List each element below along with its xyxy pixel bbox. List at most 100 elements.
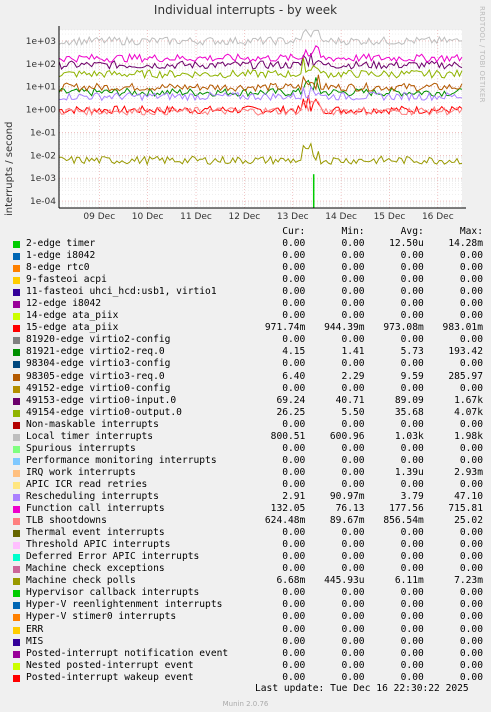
legend-avg-value: 0.00 xyxy=(400,298,424,310)
legend-swatch xyxy=(13,530,20,538)
legend-row: 9-fasteoi acpi 0.00 0.00 0.00 0.00 xyxy=(13,274,483,286)
legend-cur-value: 0.00 xyxy=(282,274,306,286)
legend-row: 2-edge timer 0.00 0.00 12.50u 14.28m xyxy=(13,238,483,250)
legend-max-value: 0.00 xyxy=(459,478,483,490)
legend-cur-value: 0.00 xyxy=(282,551,306,563)
legend-series-name: TLB shootdowns xyxy=(26,515,107,527)
legend-avg-value: 973.08m xyxy=(383,322,424,334)
legend-cur-value: 800.51 xyxy=(270,430,306,442)
legend-row: MIS 0.00 0.00 0.00 0.00 xyxy=(13,636,483,648)
legend-min-value: 0.00 xyxy=(341,587,365,599)
legend-series-name: Machine check polls xyxy=(26,575,136,587)
header-avg: Avg: xyxy=(400,226,424,237)
legend-row: ERR 0.00 0.00 0.00 0.00 xyxy=(13,624,483,636)
legend-avg-value: 1.39u xyxy=(394,466,424,478)
x-tick-label: 09 Dec xyxy=(83,212,115,222)
legend-swatch xyxy=(13,445,20,453)
legend-min-value: 600.96 xyxy=(329,430,365,442)
legend-cur-value: 0.00 xyxy=(282,563,306,575)
legend-row: Function call interrupts 132.05 76.13 177.5… xyxy=(13,503,483,515)
legend-series-name: 98305-edge virtio3-req.0 xyxy=(26,370,165,382)
legend-swatch xyxy=(13,493,20,501)
legend-max-value: 1.67k xyxy=(454,394,483,406)
legend-max-value: 0.00 xyxy=(459,659,483,671)
legend-row: Hyper-V stimer0 interrupts 0.00 0.00 0.00 0.… xyxy=(13,611,483,623)
legend-swatch xyxy=(13,650,20,658)
legend-avg-value: 1.03k xyxy=(394,430,424,442)
legend-min-value: 0.00 xyxy=(341,478,365,490)
legend-min-value: 0.00 xyxy=(341,442,365,454)
legend-series-name: 12-edge i8042 xyxy=(26,298,102,310)
legend-avg-value: 5.73 xyxy=(400,346,424,358)
legend-min-value: 0.00 xyxy=(341,382,365,394)
legend-min-value: 0.00 xyxy=(341,334,365,346)
last-update: Last update: Tue Dec 16 22:30:22 2025 xyxy=(255,683,469,694)
legend-cur-value: 0.00 xyxy=(282,466,306,478)
legend-avg-value: 0.00 xyxy=(400,274,424,286)
legend-max-value: 14.28m xyxy=(448,238,483,249)
legend-cur-value: 0.00 xyxy=(282,250,306,262)
legend-series-name: 81921-edge virtio2-req.0 xyxy=(26,346,165,358)
legend-cur-value: 6.40 xyxy=(282,370,306,382)
legend-avg-value: 0.00 xyxy=(400,551,424,563)
legend-cur-value: 971.74m xyxy=(264,322,306,334)
legend-row: Machine check polls 6.68m 445.93u 6.11m 7.23… xyxy=(13,575,483,587)
legend-row: 12-edge i8042 0.00 0.00 0.00 0.00 xyxy=(13,298,483,310)
x-tick-label: 14 Dec xyxy=(325,212,357,222)
legend-series-name: Deferred Error APIC interrupts xyxy=(26,551,200,563)
legend-cur-value: 6.68m xyxy=(276,575,306,587)
x-tick-label: 13 Dec xyxy=(277,212,309,222)
legend-min-value: 0.00 xyxy=(341,551,365,563)
legend-row: 11-fasteoi uhci_hcd:usb1, virtio1 0.00 0.0… xyxy=(13,286,483,298)
legend-swatch xyxy=(13,469,20,477)
legend-swatch xyxy=(13,349,20,357)
legend-series-name: Hyper-V reenlightenment interrupts xyxy=(26,599,223,611)
legend-cur-value: 0.00 xyxy=(282,599,306,611)
legend-min-value: 0.00 xyxy=(341,358,365,370)
legend-max-value: 7.23m xyxy=(454,575,483,587)
legend-max-value: 0.00 xyxy=(459,382,483,394)
legend-swatch xyxy=(13,638,20,646)
legend-row: 49154-edge virtio0-output.0 26.25 5.50 35.6… xyxy=(13,407,483,419)
legend-swatch xyxy=(13,289,20,297)
legend-max-value: 0.00 xyxy=(459,599,483,611)
legend-cur-value: 0.00 xyxy=(282,611,306,623)
x-tick-label: 10 Dec xyxy=(132,212,164,222)
legend-row: 14-edge ata_piix 0.00 0.00 0.00 0.00 xyxy=(13,310,483,322)
legend-max-value: 0.00 xyxy=(459,418,483,430)
legend-series-name: IRQ work interrupts xyxy=(26,466,136,478)
legend-min-value: 445.93u xyxy=(324,575,365,587)
legend-avg-value: 0.00 xyxy=(400,382,424,394)
legend-min-value: 0.00 xyxy=(341,611,365,623)
legend-avg-value: 0.00 xyxy=(400,250,424,262)
legend-header: Cur: Min: Avg: Max: xyxy=(13,226,483,238)
legend-swatch xyxy=(13,554,20,562)
legend-max-value: 285.97 xyxy=(448,370,483,382)
header-min: Min: xyxy=(341,226,365,237)
legend-series-name: Hypervisor callback interrupts xyxy=(26,587,200,599)
legend-series-name: Performance monitoring interrupts xyxy=(26,454,217,466)
legend-avg-value: 177.56 xyxy=(389,503,424,515)
legend-avg-value: 0.00 xyxy=(400,563,424,575)
x-tick-label: 11 Dec xyxy=(180,212,212,222)
legend-row: 98305-edge virtio3-req.0 6.40 2.29 9.59 285.… xyxy=(13,371,483,383)
legend-max-value: 0.00 xyxy=(459,527,483,539)
legend-series-name: 98304-edge virtio3-config xyxy=(26,358,171,370)
legend-avg-value: 0.00 xyxy=(400,539,424,551)
legend-cur-value: 0.00 xyxy=(282,587,306,599)
legend-row: Threshold APIC interrupts 0.00 0.00 0.00 0.0… xyxy=(13,539,483,551)
legend-max-value: 0.00 xyxy=(459,539,483,551)
y-tick-label: 1e-02 xyxy=(30,151,56,161)
legend-max-value: 0.00 xyxy=(459,310,483,322)
legend-cur-value: 0.00 xyxy=(282,454,306,466)
legend-avg-value: 0.00 xyxy=(400,478,424,490)
legend-min-value: 90.97m xyxy=(329,490,365,502)
legend-cur-value: 0.00 xyxy=(282,623,306,635)
legend-min-value: 0.00 xyxy=(341,635,365,647)
legend-min-value: 0.00 xyxy=(341,671,365,683)
legend-min-value: 0.00 xyxy=(341,527,365,539)
legend-swatch xyxy=(13,313,20,321)
legend-cur-value: 0.00 xyxy=(282,442,306,454)
legend-cur-value: 0.00 xyxy=(282,298,306,310)
legend-row: Machine check exceptions 0.00 0.00 0.00 0.00 xyxy=(13,563,483,575)
